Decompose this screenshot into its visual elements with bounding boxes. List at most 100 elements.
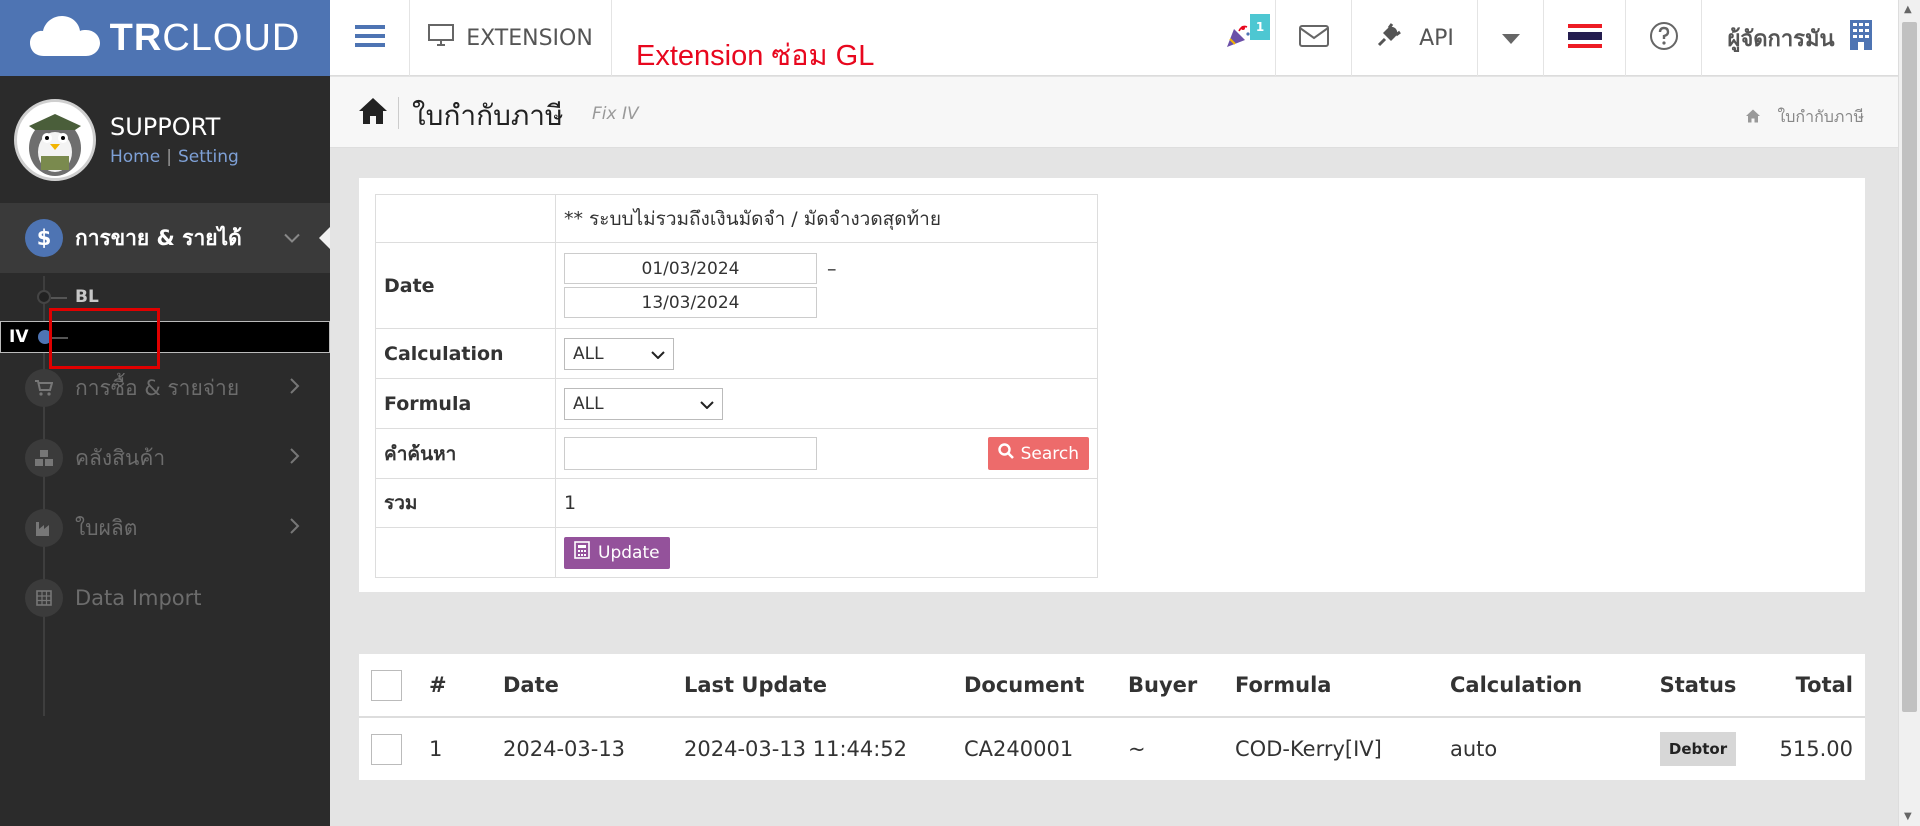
chevron-right-icon bbox=[290, 448, 300, 468]
cell-buyer: ~ bbox=[1128, 737, 1146, 761]
total-value: 1 bbox=[555, 478, 1098, 528]
notification-button[interactable]: 1 bbox=[1200, 0, 1276, 76]
calculation-select[interactable]: ALL bbox=[564, 337, 674, 370]
sidebar-item-label: การซื้อ & รายจ่าย bbox=[75, 375, 240, 400]
filter-panel: ** ระบบไม่รวมถึงเงินมัดจำ / มัดจำงวดสุดท… bbox=[359, 178, 1865, 592]
api-button[interactable]: API bbox=[1352, 0, 1478, 76]
user-name: ผู้จัดการมัน bbox=[1727, 26, 1835, 52]
building-icon bbox=[1849, 19, 1873, 57]
cart-icon bbox=[25, 369, 63, 407]
search-input[interactable] bbox=[564, 437, 817, 470]
chevron-right-icon bbox=[290, 518, 300, 538]
table-icon bbox=[25, 579, 63, 617]
row-checkbox[interactable] bbox=[371, 733, 402, 765]
highlight-annotation bbox=[49, 308, 160, 369]
user-menu[interactable]: ผู้จัดการมัน bbox=[1702, 0, 1898, 76]
cell-total: 515.00 bbox=[1779, 737, 1853, 761]
column-header[interactable]: Date bbox=[503, 654, 684, 718]
table-row[interactable]: 1 2024-03-13 2024-03-13 11:44:52 CA24000… bbox=[359, 717, 1865, 780]
profile-name: SUPPORT bbox=[110, 112, 221, 141]
calculator-icon bbox=[574, 541, 590, 564]
dropdown-toggle[interactable] bbox=[1478, 0, 1544, 76]
total-label: รวม bbox=[375, 478, 556, 528]
date-from-input[interactable]: 01/03/2024 bbox=[564, 253, 817, 284]
column-header[interactable]: # bbox=[429, 654, 503, 718]
page-subtitle: Fix IV bbox=[592, 104, 639, 124]
language-button[interactable] bbox=[1544, 0, 1626, 76]
column-header[interactable]: Formula bbox=[1235, 654, 1450, 718]
page-scrollbar[interactable]: ▲ ▼ bbox=[1898, 0, 1920, 826]
scroll-thumb[interactable] bbox=[1902, 22, 1917, 712]
page-title: ใบกำกับภาษี bbox=[412, 99, 564, 132]
chevron-down-icon bbox=[651, 344, 665, 364]
avatar[interactable] bbox=[14, 98, 96, 181]
extension-button[interactable]: EXTENSION bbox=[410, 0, 612, 76]
column-header[interactable]: Document bbox=[964, 654, 1128, 718]
sidebar-item-inventory[interactable]: คลังสินค้า bbox=[0, 423, 330, 493]
column-header[interactable]: Status bbox=[1643, 654, 1753, 718]
sidebar-item-production[interactable]: ใบผลิต bbox=[0, 493, 330, 563]
thai-flag-icon bbox=[1567, 24, 1602, 52]
brand-logo[interactable]: TRCLOUD bbox=[0, 0, 330, 76]
status-badge: Debtor bbox=[1659, 732, 1737, 766]
chevron-down-icon bbox=[700, 394, 714, 414]
cell-document[interactable]: CA240001 bbox=[964, 717, 1128, 780]
sidebar-item-label: การขาย & รายได้ bbox=[75, 225, 242, 250]
date-to-input[interactable]: 13/03/2024 bbox=[564, 287, 817, 318]
dollar-icon: $ bbox=[25, 219, 63, 257]
breadcrumb-home-icon[interactable] bbox=[1745, 108, 1761, 127]
sidebar-item-label: ใบผลิต bbox=[75, 515, 138, 540]
update-button[interactable]: Update bbox=[564, 536, 670, 569]
formula-label: Formula bbox=[375, 378, 556, 429]
home-icon[interactable] bbox=[358, 97, 388, 129]
mail-button[interactable] bbox=[1276, 0, 1352, 76]
envelope-icon bbox=[1298, 25, 1329, 51]
sidebar-item-label: Data Import bbox=[75, 586, 202, 610]
column-header[interactable]: Calculation bbox=[1450, 654, 1643, 718]
column-header[interactable]: Total bbox=[1753, 654, 1865, 718]
calculation-label: Calculation bbox=[375, 328, 556, 379]
column-header[interactable]: Buyer bbox=[1128, 654, 1235, 718]
hamburger-icon bbox=[354, 24, 385, 52]
tree-dot-icon bbox=[37, 290, 51, 304]
help-button[interactable] bbox=[1626, 0, 1702, 76]
cell-date: 2024-03-13 bbox=[503, 737, 626, 761]
date-separator: – bbox=[827, 257, 837, 280]
party-popper-icon bbox=[1225, 23, 1251, 53]
scroll-up-icon[interactable]: ▲ bbox=[1904, 4, 1912, 15]
chevron-right-icon bbox=[290, 378, 300, 398]
home-link[interactable]: Home bbox=[110, 147, 160, 167]
formula-select[interactable]: ALL bbox=[564, 387, 723, 420]
search-icon bbox=[997, 443, 1014, 464]
breadcrumb-item[interactable]: ใบกำกับภาษี bbox=[1777, 105, 1864, 130]
profile: SUPPORT Home | Setting bbox=[0, 76, 330, 203]
search-button[interactable]: Search bbox=[987, 437, 1089, 470]
question-circle-icon bbox=[1649, 21, 1679, 55]
cell-calculation: auto bbox=[1450, 737, 1498, 761]
extension-label: EXTENSION bbox=[466, 25, 593, 51]
cell-last-update: 2024-03-13 11:44:52 bbox=[684, 737, 908, 761]
search-label: คำค้นหา bbox=[375, 428, 556, 479]
filter-form: ** ระบบไม่รวมถึงเงินมัดจำ / มัดจำงวดสุดท… bbox=[375, 194, 1098, 578]
cubes-icon bbox=[25, 439, 63, 477]
sidebar-item-sales[interactable]: $ การขาย & รายได้ bbox=[0, 203, 330, 273]
results-table-panel: # Date Last Update Document Buyer Formul… bbox=[359, 654, 1865, 780]
date-label: Date bbox=[375, 242, 556, 329]
menu-toggle-button[interactable] bbox=[330, 0, 410, 76]
scroll-down-icon[interactable]: ▼ bbox=[1904, 811, 1912, 822]
cloud-icon bbox=[29, 14, 100, 62]
column-header[interactable]: Last Update bbox=[684, 654, 964, 718]
setting-link[interactable]: Setting bbox=[178, 147, 239, 167]
sidebar-item-label: คลังสินค้า bbox=[75, 445, 166, 470]
topbar: EXTENSION Extension ซ่อม GL 1 API ผู้จัด… bbox=[330, 0, 1898, 76]
cell-formula: COD-Kerry[IV] bbox=[1235, 737, 1382, 761]
cell-no: 1 bbox=[429, 737, 443, 761]
breadcrumb: ใบกำกับภาษี bbox=[1745, 105, 1864, 130]
sidebar: SUPPORT Home | Setting $ การขาย & รายได้ B… bbox=[0, 76, 330, 826]
monitor-icon bbox=[428, 24, 455, 52]
api-label: API bbox=[1419, 25, 1454, 51]
notification-badge: 1 bbox=[1250, 14, 1270, 40]
page-banner: Extension ซ่อม GL bbox=[636, 40, 875, 72]
select-all-checkbox[interactable] bbox=[371, 669, 402, 701]
sidebar-item-data-import[interactable]: Data Import bbox=[0, 563, 330, 633]
